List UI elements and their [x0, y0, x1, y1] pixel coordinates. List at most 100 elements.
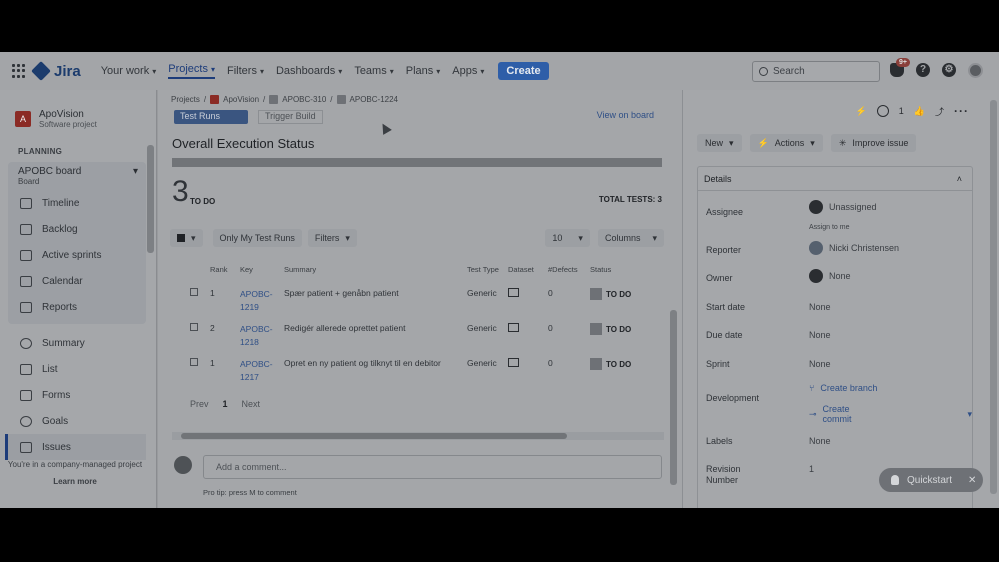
breadcrumb-projects[interactable]: Projects: [171, 95, 200, 104]
details-header[interactable]: Details ˄: [698, 167, 972, 191]
top-right-icons: 9+ ? ⚙: [890, 58, 983, 78]
table-horizontal-scrollbar[interactable]: [172, 432, 664, 440]
status-dropdown[interactable]: New ▾: [697, 134, 742, 152]
column-header-dataset[interactable]: Dataset: [508, 262, 548, 282]
breadcrumb-parent[interactable]: APOBC-310: [282, 95, 326, 104]
trigger-build-button[interactable]: Trigger Build: [258, 110, 323, 124]
status-lozenge[interactable]: TO DO: [590, 323, 631, 335]
sidebar-item-backlog[interactable]: Backlog: [8, 216, 146, 242]
column-header-rank[interactable]: Rank: [210, 262, 240, 282]
dataset-table-icon[interactable]: [508, 358, 519, 367]
actions-dropdown[interactable]: ⚡ Actions ▾: [749, 134, 823, 152]
quickstart-button[interactable]: Quickstart ✕: [879, 468, 983, 492]
field-value-owner[interactable]: None: [809, 269, 851, 283]
row-checkbox[interactable]: [190, 323, 198, 331]
nav-plans[interactable]: Plans ▾: [406, 63, 441, 79]
filters-dropdown[interactable]: Filters ▾: [307, 229, 357, 247]
column-header-status[interactable]: Status: [590, 262, 664, 282]
column-header-key[interactable]: Key: [240, 262, 284, 282]
automation-lightning-icon[interactable]: ⚡: [856, 106, 867, 117]
details-scrollbar[interactable]: [990, 100, 997, 494]
only-my-test-runs-toggle[interactable]: Only My Test Runs: [212, 229, 302, 247]
nav-your-work[interactable]: Your work ▾: [101, 63, 157, 79]
calendar-icon: [20, 275, 32, 287]
field-value-start-date[interactable]: None: [809, 302, 831, 312]
row-checkbox[interactable]: [190, 288, 198, 296]
watch-eye-icon[interactable]: [876, 105, 889, 117]
nav-projects[interactable]: Projects ▾: [168, 63, 215, 79]
field-value-sprint[interactable]: None: [809, 359, 831, 369]
chevron-down-icon: ▾: [652, 232, 657, 243]
nav-filters[interactable]: Filters ▾: [227, 63, 264, 79]
prev-page-button[interactable]: Prev: [190, 399, 209, 409]
sidebar-item-goals[interactable]: Goals: [0, 408, 156, 434]
dataset-table-icon[interactable]: [508, 288, 519, 297]
sidebar-scrollbar[interactable]: [147, 145, 154, 253]
settings-gear-icon[interactable]: ⚙: [942, 63, 956, 77]
page-size-dropdown[interactable]: 10 ▾: [545, 229, 590, 247]
notifications-icon[interactable]: 9+: [890, 58, 910, 77]
more-actions-icon[interactable]: ···: [954, 104, 969, 118]
dataset-table-icon[interactable]: [508, 323, 519, 332]
sidebar-item-issues[interactable]: Issues: [5, 434, 146, 460]
sidebar-item-reports[interactable]: Reports: [8, 294, 146, 320]
breadcrumb-current[interactable]: APOBC-1224: [350, 95, 398, 104]
columns-dropdown[interactable]: Columns ▾: [597, 229, 664, 247]
issue-key-link[interactable]: APOBC-1217: [240, 358, 284, 384]
table-row[interactable]: 1 APOBC-1217 Opret en ny patient og tilk…: [174, 352, 664, 387]
nav-dashboards[interactable]: Dashboards ▾: [276, 63, 342, 79]
field-value-reporter[interactable]: Nicki Christensen: [809, 241, 899, 255]
search-input[interactable]: Search: [752, 61, 880, 82]
status-lozenge[interactable]: TO DO: [590, 358, 631, 370]
assign-to-me-link[interactable]: Assign to me: [809, 224, 849, 231]
avatar: [809, 241, 823, 255]
field-value-due-date[interactable]: None: [809, 330, 831, 340]
main-scrollbar[interactable]: [670, 310, 677, 485]
breadcrumb-project[interactable]: ApoVision: [223, 95, 259, 104]
board-name: APOBC board: [18, 166, 82, 177]
field-value-assignee[interactable]: Unassigned: [809, 200, 877, 214]
panel-buttons: Test Runs Trigger Build: [174, 110, 323, 124]
field-value-labels[interactable]: None: [809, 436, 831, 446]
field-label-labels: Labels: [706, 436, 733, 446]
column-header-defects[interactable]: #Defects: [548, 262, 590, 282]
view-on-board-link[interactable]: View on board: [597, 110, 654, 120]
nav-teams[interactable]: Teams ▾: [354, 63, 393, 79]
sidebar-item-active-sprints[interactable]: Active sprints: [8, 242, 146, 268]
create-button[interactable]: Create: [498, 62, 549, 80]
thumbs-up-icon[interactable]: 👍: [914, 106, 925, 117]
nav-apps[interactable]: Apps ▾: [452, 63, 484, 79]
help-icon[interactable]: ?: [916, 63, 930, 77]
project-header[interactable]: A ApoVision Software project: [0, 90, 156, 129]
issue-key-link[interactable]: APOBC-1218: [240, 323, 284, 349]
test-runs-button[interactable]: Test Runs: [174, 110, 248, 124]
table-row[interactable]: 1 APOBC-1219 Spær patient + genåbn patie…: [174, 282, 664, 317]
table-row[interactable]: 2 APOBC-1218 Redigér allerede oprettet p…: [174, 317, 664, 352]
issue-key-link[interactable]: APOBC-1219: [240, 288, 284, 314]
app-switcher-icon[interactable]: [12, 64, 26, 78]
field-value-revision-number[interactable]: 1: [809, 464, 814, 474]
column-header-test-type[interactable]: Test Type: [467, 262, 508, 282]
sidebar-item-summary[interactable]: Summary: [0, 330, 156, 356]
close-icon[interactable]: ✕: [968, 475, 976, 486]
create-branch-link[interactable]: ⑂ Create branch: [809, 383, 877, 393]
improve-issue-button[interactable]: ✳ Improve issue: [830, 134, 917, 152]
row-checkbox[interactable]: [190, 358, 198, 366]
sidebar-item-list[interactable]: List: [0, 356, 156, 382]
status-lozenge[interactable]: TO DO: [590, 288, 631, 300]
share-icon[interactable]: ⤴: [935, 105, 944, 118]
board-selector[interactable]: APOBC board ▾: [8, 166, 146, 177]
create-commit-link[interactable]: ⊸ Create commit ▾: [809, 404, 972, 424]
next-page-button[interactable]: Next: [242, 399, 261, 409]
scrollbar-thumb[interactable]: [181, 433, 567, 439]
learn-more-link[interactable]: Learn more: [0, 477, 150, 486]
sidebar-item-timeline[interactable]: Timeline: [8, 190, 146, 216]
sidebar-item-calendar[interactable]: Calendar: [8, 268, 146, 294]
jira-logo[interactable]: Jira: [31, 61, 81, 81]
profile-avatar[interactable]: [968, 63, 983, 78]
comment-input[interactable]: Add a comment...: [203, 455, 662, 479]
status-filter-dropdown[interactable]: ▾: [170, 229, 203, 247]
sidebar-item-forms[interactable]: Forms: [0, 382, 156, 408]
column-header-summary[interactable]: Summary: [284, 262, 467, 282]
current-page[interactable]: 1: [223, 399, 228, 409]
